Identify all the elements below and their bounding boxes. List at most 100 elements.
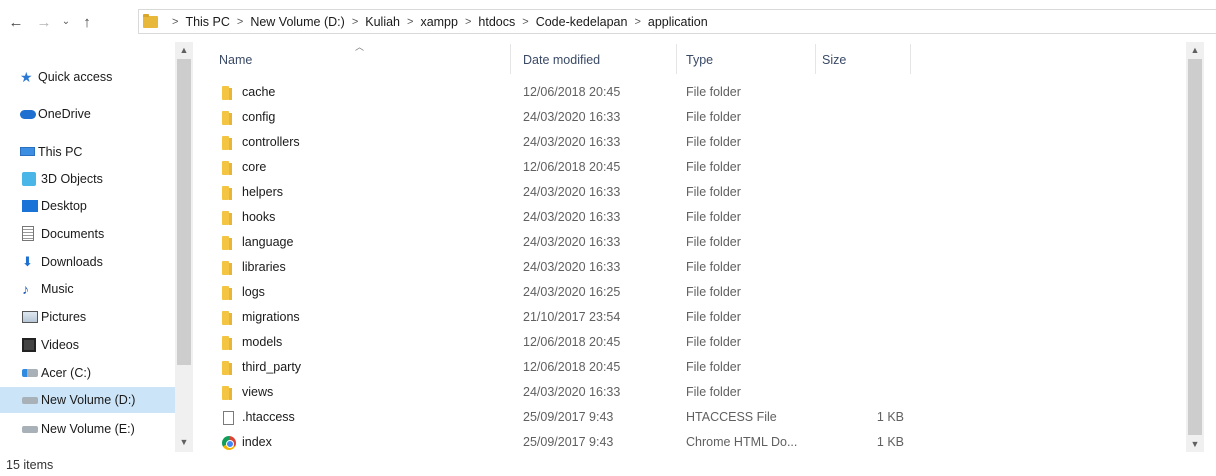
up-arrow-icon[interactable]: ↑ (78, 13, 96, 31)
nav-item-new-volume-d[interactable]: New Volume (D:) (0, 387, 175, 413)
file-name: core (242, 160, 267, 174)
file-name: helpers (242, 185, 283, 199)
table-row[interactable]: core 12/06/2018 20:45 File folder (193, 156, 1193, 181)
file-date: 25/09/2017 9:43 (523, 435, 614, 449)
nav-item-label: Downloads (41, 255, 103, 269)
nav-item-documents[interactable]: Documents (0, 221, 175, 247)
file-date: 24/03/2020 16:33 (523, 110, 621, 124)
music-note-icon: ♪ (22, 281, 29, 297)
folder-icon (222, 261, 232, 275)
status-item-count: 15 items (6, 458, 54, 472)
scrollbar-thumb[interactable] (1188, 59, 1202, 435)
file-name: language (242, 235, 294, 249)
scroll-down-icon[interactable]: ▼ (175, 434, 193, 450)
chevron-right-icon[interactable]: > (237, 16, 243, 28)
windows-drive-icon (22, 369, 38, 377)
nav-item-downloads[interactable]: ⬇ Downloads (0, 249, 175, 275)
scroll-up-icon[interactable]: ▲ (1186, 42, 1204, 58)
file-name: migrations (242, 310, 300, 324)
column-header-type[interactable]: Type (686, 48, 806, 72)
nav-item-onedrive[interactable]: OneDrive (0, 101, 175, 127)
breadcrumb-item[interactable]: This PC (185, 15, 229, 29)
folder-icon (222, 386, 232, 400)
table-row[interactable]: libraries 24/03/2020 16:33 File folder (193, 256, 1193, 281)
back-arrow-icon[interactable]: ← (6, 13, 26, 31)
breadcrumb-item[interactable]: New Volume (D:) (250, 15, 344, 29)
nav-item-videos[interactable]: Videos (0, 332, 175, 358)
table-row[interactable]: controllers 24/03/2020 16:33 File folder (193, 131, 1193, 156)
breadcrumb-item[interactable]: xampp (420, 15, 458, 29)
folder-icon (222, 136, 232, 150)
scroll-up-icon[interactable]: ▲ (175, 42, 193, 58)
table-row[interactable]: models 12/06/2018 20:45 File folder (193, 331, 1193, 356)
file-date: 12/06/2018 20:45 (523, 360, 621, 374)
nav-item-new-volume-e[interactable]: New Volume (E:) (0, 416, 175, 442)
file-date: 24/03/2020 16:33 (523, 210, 621, 224)
nav-item-label: New Volume (D:) (41, 393, 136, 407)
breadcrumb-item[interactable]: Kuliah (365, 15, 400, 29)
folder-icon (222, 186, 232, 200)
nav-item-acer-c[interactable]: Acer (C:) (0, 360, 175, 386)
table-row[interactable]: language 24/03/2020 16:33 File folder (193, 231, 1193, 256)
nav-item-pictures[interactable]: Pictures (0, 304, 175, 330)
nav-item-music[interactable]: ♪ Music (0, 276, 175, 302)
table-row[interactable]: config 24/03/2020 16:33 File folder (193, 106, 1193, 131)
file-name: logs (242, 285, 265, 299)
file-type: File folder (686, 135, 741, 149)
address-breadcrumb[interactable]: > This PC > New Volume (D:) > Kuliah > x… (138, 9, 1216, 34)
table-row[interactable]: cache 12/06/2018 20:45 File folder (193, 81, 1193, 106)
table-row[interactable]: migrations 21/10/2017 23:54 File folder (193, 306, 1193, 331)
file-name: libraries (242, 260, 286, 274)
file-type: Chrome HTML Do... (686, 435, 798, 449)
file-type: File folder (686, 310, 741, 324)
file-list-scrollbar[interactable]: ▲ ▼ (1186, 42, 1204, 452)
column-divider[interactable] (815, 44, 816, 74)
nav-item-label: Documents (41, 227, 105, 241)
forward-arrow-icon[interactable]: → (34, 13, 54, 31)
chevron-right-icon[interactable]: > (172, 16, 178, 28)
table-row[interactable]: logs 24/03/2020 16:25 File folder (193, 281, 1193, 306)
table-row[interactable]: views 24/03/2020 16:33 File folder (193, 381, 1193, 406)
navigation-pane: ★ Quick access OneDrive This PC 3D Objec… (0, 42, 193, 452)
recent-locations-chevron-icon[interactable]: ⌄ (58, 13, 74, 31)
table-row[interactable]: hooks 24/03/2020 16:33 File folder (193, 206, 1193, 231)
table-row[interactable]: .htaccess 25/09/2017 9:43 HTACCESS File … (193, 406, 1193, 431)
nav-item-this-pc[interactable]: This PC (0, 139, 175, 165)
scrollbar-thumb[interactable] (177, 59, 191, 365)
folder-icon (222, 236, 232, 250)
nav-pane-scrollbar[interactable]: ▲ ▼ (175, 42, 193, 452)
column-divider[interactable] (910, 44, 911, 74)
file-name: views (242, 385, 274, 399)
file-date: 21/10/2017 23:54 (523, 310, 621, 324)
folder-icon (222, 311, 232, 325)
nav-item-desktop[interactable]: Desktop (0, 193, 175, 219)
computer-icon (20, 147, 35, 156)
drive-icon (22, 426, 38, 433)
breadcrumb-item-current[interactable]: application (648, 15, 708, 29)
column-header-name[interactable]: Name (219, 48, 499, 72)
film-icon (22, 338, 36, 352)
chevron-right-icon[interactable]: > (465, 16, 471, 28)
chevron-right-icon[interactable]: > (522, 16, 528, 28)
column-divider[interactable] (510, 44, 511, 74)
nav-item-3d-objects[interactable]: 3D Objects (0, 166, 175, 192)
nav-item-quick-access[interactable]: ★ Quick access (0, 64, 175, 90)
column-header-size[interactable]: Size (822, 48, 902, 72)
file-date: 24/03/2020 16:33 (523, 235, 621, 249)
file-name: models (242, 335, 283, 349)
table-row[interactable]: third_party 12/06/2018 20:45 File folder (193, 356, 1193, 381)
breadcrumb-item[interactable]: htdocs (478, 15, 515, 29)
breadcrumb-item[interactable]: Code-kedelapan (536, 15, 628, 29)
table-row[interactable]: index 25/09/2017 9:43 Chrome HTML Do... … (193, 431, 1193, 456)
table-row[interactable]: helpers 24/03/2020 16:33 File folder (193, 181, 1193, 206)
chevron-right-icon[interactable]: > (634, 16, 640, 28)
star-icon: ★ (20, 69, 33, 85)
file-name: config (242, 110, 276, 124)
chevron-right-icon[interactable]: > (352, 16, 358, 28)
chevron-right-icon[interactable]: > (407, 16, 413, 28)
file-size: 1 KB (876, 435, 904, 449)
column-header-date[interactable]: Date modified (523, 48, 673, 72)
file-name: third_party (242, 360, 302, 374)
scroll-down-icon[interactable]: ▼ (1186, 436, 1204, 452)
column-divider[interactable] (676, 44, 677, 74)
